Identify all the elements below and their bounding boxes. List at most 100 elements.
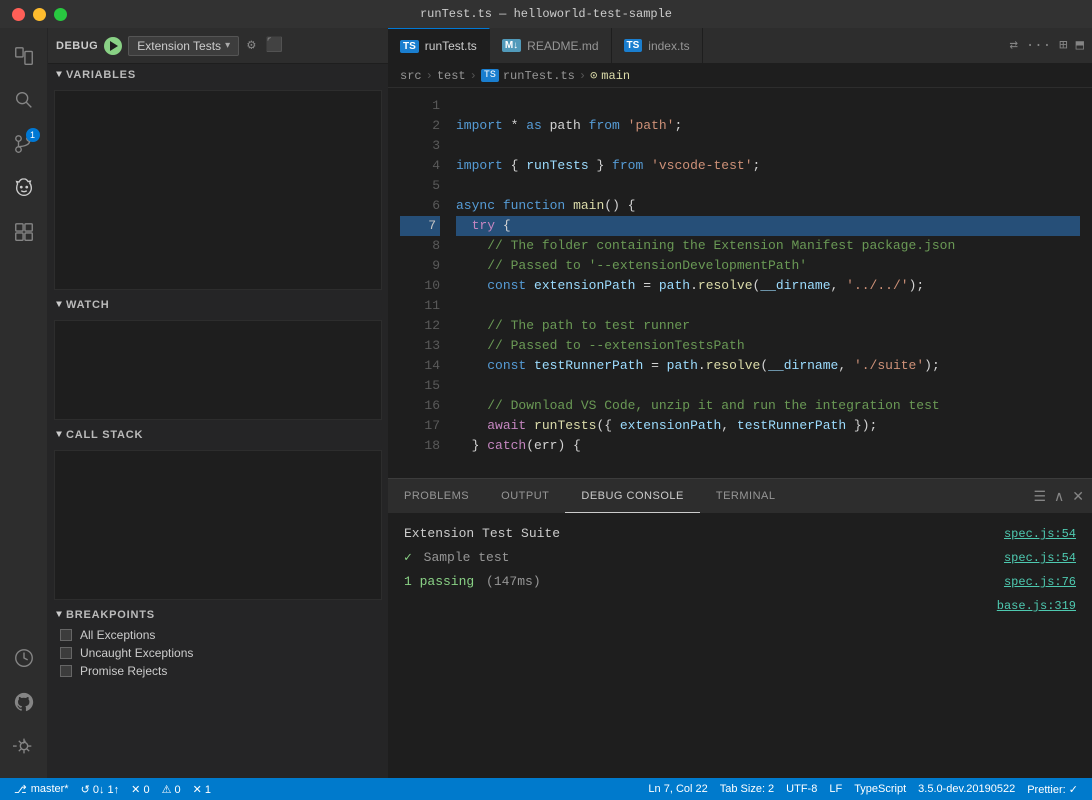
- debug-play-button[interactable]: [104, 37, 122, 55]
- checkbox-all-exceptions[interactable]: [60, 629, 72, 641]
- close-panel-icon[interactable]: ✕: [1072, 488, 1084, 505]
- breadcrumb: src › test › TS runTest.ts › ⊙ main: [388, 64, 1092, 88]
- code-line: 5: [388, 176, 1092, 196]
- ts-file-icon: TS: [481, 69, 499, 82]
- language-mode[interactable]: TypeScript: [848, 778, 912, 800]
- ellipsis-icon[interactable]: ···: [1026, 38, 1051, 54]
- sidebar-item-debug[interactable]: [4, 168, 44, 208]
- tab-index[interactable]: TS index.ts: [612, 28, 703, 63]
- spec-ref-1[interactable]: spec.js:54: [1004, 524, 1076, 544]
- debug-output-row: base.js:319: [388, 594, 1092, 618]
- callstack-section: ▼ CALL STACK: [48, 424, 388, 604]
- debug-console-content: Extension Test Suite spec.js:54 ✓ Sample…: [388, 514, 1092, 778]
- info-count[interactable]: ✕ 1: [187, 778, 217, 800]
- sidebar-item-history[interactable]: [4, 638, 44, 678]
- tab-readme[interactable]: M↓ README.md: [490, 28, 612, 63]
- maximize-button[interactable]: [54, 8, 67, 21]
- title-bar: runTest.ts — helloworld-test-sample: [0, 0, 1092, 28]
- line-ending-text: LF: [829, 783, 842, 795]
- sidebar-item-explorer[interactable]: [4, 36, 44, 76]
- spec-ref-3[interactable]: spec.js:76: [1004, 572, 1076, 592]
- settings-icon[interactable]: ⚙: [245, 35, 257, 56]
- watch-header[interactable]: ▼ WATCH: [48, 294, 388, 316]
- suite-name: Extension Test Suite: [404, 524, 560, 544]
- prettier-text: Prettier: ✓: [1027, 783, 1078, 796]
- md-icon: M↓: [502, 39, 521, 52]
- split-editor-icon[interactable]: ⇄: [1009, 37, 1017, 54]
- chevron-down-icon: ▾: [225, 40, 230, 51]
- sync-status[interactable]: ↺ 0↓ 1↑: [75, 778, 126, 800]
- window-controls[interactable]: [12, 8, 67, 21]
- tab-bar: TS runTest.ts M↓ README.md TS index.ts ⇄…: [388, 28, 1092, 64]
- debug-label: DEBUG: [56, 40, 98, 52]
- breadcrumb-file[interactable]: runTest.ts: [503, 69, 575, 83]
- callstack-content: [54, 450, 382, 600]
- watch-label: WATCH: [66, 299, 110, 311]
- debug-output-row: 1 passing (147ms) spec.js:76: [388, 570, 1092, 594]
- debug-config-label: Extension Tests: [137, 39, 221, 53]
- sidebar-item-search[interactable]: [4, 80, 44, 120]
- close-button[interactable]: [12, 8, 25, 21]
- breadcrumb-toggle-icon[interactable]: ⊞: [1059, 37, 1067, 54]
- tab-problems[interactable]: PROBLEMS: [388, 479, 485, 513]
- callstack-header[interactable]: ▼ CALL STACK: [48, 424, 388, 446]
- app-body: 1: [0, 28, 1092, 778]
- code-line: 13 // Passed to --extensionTestsPath: [388, 336, 1092, 356]
- ts-version[interactable]: 3.5.0-dev.20190522: [912, 778, 1021, 800]
- breakpoint-label: Uncaught Exceptions: [80, 646, 193, 660]
- variables-header[interactable]: ▼ VARIABLES: [48, 64, 388, 86]
- sidebar-item-settings[interactable]: [4, 726, 44, 766]
- checkbox-uncaught-exceptions[interactable]: [60, 647, 72, 659]
- encoding[interactable]: UTF-8: [780, 778, 823, 800]
- sidebar-item-extensions[interactable]: [4, 212, 44, 252]
- code-line: 10 const extensionPath = path.resolve(__…: [388, 276, 1092, 296]
- breakpoints-label: BREAKPOINTS: [66, 609, 155, 621]
- tab-label: runTest.ts: [425, 39, 477, 53]
- debug-test-result: ✓ Sample test: [404, 548, 509, 568]
- passing-text: 1 passing: [404, 574, 474, 589]
- ts-icon: TS: [400, 40, 419, 53]
- spec-ref-2[interactable]: spec.js:54: [1004, 548, 1076, 568]
- base-ref[interactable]: base.js:319: [997, 596, 1076, 616]
- line-ending[interactable]: LF: [823, 778, 848, 800]
- git-branch[interactable]: ⎇ master*: [8, 778, 75, 800]
- info-text: ✕ 1: [193, 783, 211, 796]
- tab-label: index.ts: [648, 39, 689, 53]
- sidebar-item-source-control[interactable]: 1: [4, 124, 44, 164]
- code-line: 3: [388, 136, 1092, 156]
- minimize-button[interactable]: [33, 8, 46, 21]
- checkbox-promise-rejects[interactable]: [60, 665, 72, 677]
- tab-size[interactable]: Tab Size: 2: [714, 778, 780, 800]
- chevron-up-icon[interactable]: ∧: [1054, 488, 1064, 505]
- variables-label: VARIABLES: [66, 69, 136, 81]
- tab-runtest[interactable]: TS runTest.ts: [388, 28, 490, 63]
- code-editor[interactable]: 1 2 import * as path from 'path'; 3 4 im…: [388, 88, 1092, 478]
- debug-output-row: ✓ Sample test spec.js:54: [388, 546, 1092, 570]
- breakpoints-header[interactable]: ▼ BREAKPOINTS: [48, 604, 388, 626]
- debug-config-dropdown[interactable]: Extension Tests ▾: [128, 36, 239, 56]
- watch-section: ▼ WATCH: [48, 294, 388, 424]
- prettier-status[interactable]: Prettier: ✓: [1021, 778, 1084, 800]
- cursor-position[interactable]: Ln 7, Col 22: [642, 778, 713, 800]
- filter-icon[interactable]: ☰: [1033, 488, 1046, 505]
- tab-actions: ⇄ ··· ⊞ ⬒: [1001, 28, 1092, 63]
- tab-debug-console[interactable]: DEBUG CONSOLE: [565, 479, 699, 513]
- list-item[interactable]: Uncaught Exceptions: [48, 644, 388, 662]
- breadcrumb-test[interactable]: test: [437, 69, 466, 83]
- error-count[interactable]: ✕ 0: [125, 778, 155, 800]
- breadcrumb-function[interactable]: main: [601, 69, 630, 83]
- code-line: 9 // Passed to '--extensionDevelopmentPa…: [388, 256, 1092, 276]
- layout-icon[interactable]: ⬒: [1076, 37, 1084, 54]
- terminal-icon[interactable]: ⬛: [264, 35, 285, 56]
- panel-tab-bar: PROBLEMS OUTPUT DEBUG CONSOLE TERMINAL ☰…: [388, 479, 1092, 514]
- list-item[interactable]: All Exceptions: [48, 626, 388, 644]
- code-line: 7 try {: [388, 216, 1092, 236]
- breadcrumb-src[interactable]: src: [400, 69, 422, 83]
- panel-tab-actions: ☰ ∧ ✕: [791, 479, 1092, 513]
- code-line: 15: [388, 376, 1092, 396]
- sidebar-item-github[interactable]: [4, 682, 44, 722]
- tab-terminal[interactable]: TERMINAL: [700, 479, 792, 513]
- list-item[interactable]: Promise Rejects: [48, 662, 388, 680]
- tab-output[interactable]: OUTPUT: [485, 479, 565, 513]
- warning-count[interactable]: ⚠ 0: [156, 778, 187, 800]
